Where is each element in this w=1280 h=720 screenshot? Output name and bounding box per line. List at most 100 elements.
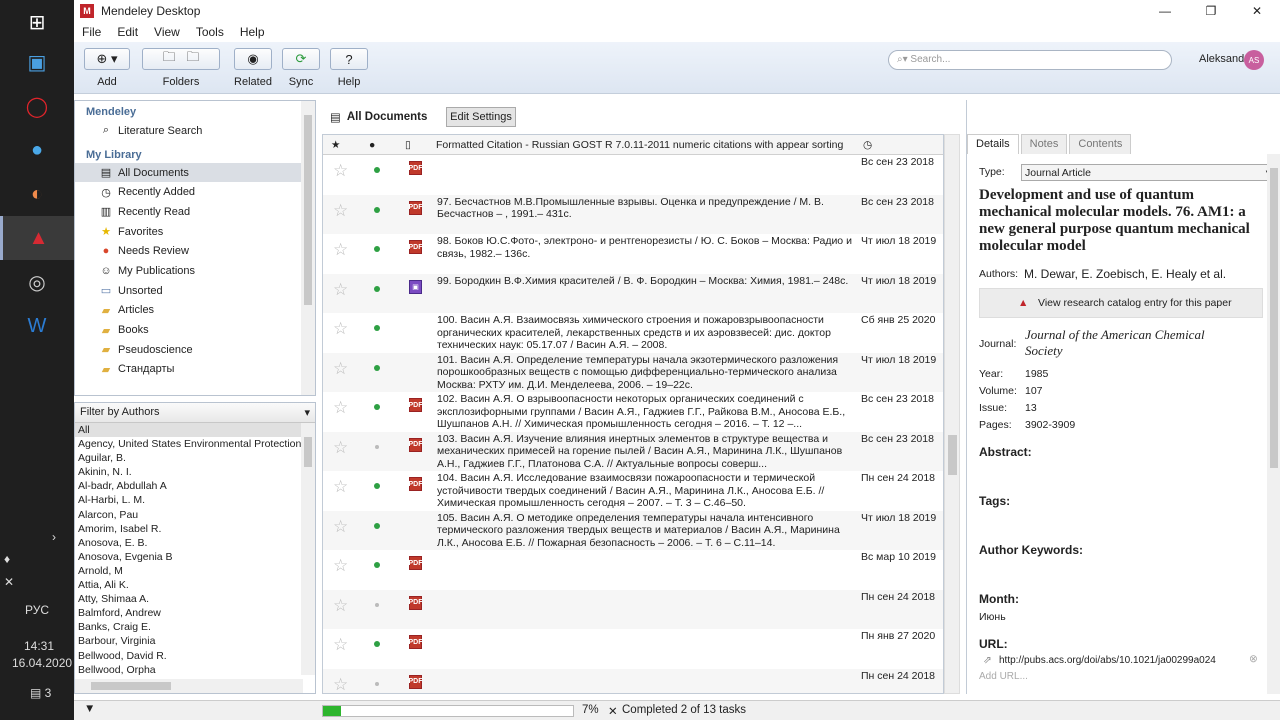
table-row[interactable]: ☆ PDF Пн янв 27 2020 xyxy=(323,629,943,669)
month-value[interactable]: Июнь xyxy=(979,611,1006,623)
author-item[interactable]: Anosova, E. B. xyxy=(75,536,303,550)
clock-date[interactable]: 16.04.2020 xyxy=(12,656,72,670)
read-status-dot-icon[interactable] xyxy=(375,681,379,686)
floppy-app-icon[interactable]: ▣ xyxy=(0,40,74,84)
author-item[interactable]: Akinin, N. I. xyxy=(75,465,303,479)
sidebar-item-books[interactable]: ▰ Books xyxy=(75,320,315,340)
url-value[interactable]: http://pubs.acs.org/doi/abs/10.1021/ja00… xyxy=(999,655,1216,666)
read-column-dot-icon[interactable]: ● xyxy=(369,139,375,151)
favorite-star-icon[interactable]: ☆ xyxy=(333,398,348,418)
pdf-file-icon[interactable]: PDF xyxy=(409,635,423,649)
camera-app-icon[interactable]: ◎ xyxy=(0,260,74,304)
tab-contents[interactable]: Contents xyxy=(1069,134,1132,154)
table-row[interactable]: ☆ 100. Васин А.Я. Взаимосвязь химического… xyxy=(323,313,943,353)
table-row[interactable]: ☆ PDF 98. Боков Ю.С.Фото-, электроно- и ре… xyxy=(323,234,943,274)
favorite-star-icon[interactable]: ☆ xyxy=(333,319,348,339)
favorite-column-star-icon[interactable]: ★ xyxy=(331,139,340,151)
read-status-dot-icon[interactable] xyxy=(374,404,380,410)
scroll-thumb[interactable] xyxy=(91,682,171,690)
journal-value[interactable]: Journal of the American Chemical Society xyxy=(1025,327,1245,359)
author-item[interactable]: Alarcon, Pau xyxy=(75,508,303,522)
author-item[interactable]: Al-Harbi, L. M. xyxy=(75,493,303,507)
table-row[interactable]: ☆ PDF Вс сен 23 2018 xyxy=(323,155,943,195)
menu-edit[interactable]: Edit xyxy=(109,22,146,42)
read-status-dot-icon[interactable] xyxy=(374,562,380,568)
opera-browser-icon[interactable]: ◯ xyxy=(0,84,74,128)
external-link-icon[interactable]: ⇗ xyxy=(983,654,992,666)
pdf-file-icon[interactable]: PDF xyxy=(409,161,423,175)
author-item[interactable]: Aguilar, B. xyxy=(75,451,303,465)
remove-url-icon[interactable]: ⊗ xyxy=(1249,653,1258,665)
table-row[interactable]: ☆ PDF 104. Васин А.Я. Исследование взаимос… xyxy=(323,471,943,511)
avatar[interactable]: AS xyxy=(1244,50,1264,70)
type-select[interactable]: Journal Article▾ xyxy=(1021,164,1275,181)
sidebar-item-my-publications[interactable]: ☺ My Publications xyxy=(75,261,315,281)
orange-app-icon[interactable]: ◐ xyxy=(0,172,74,216)
table-scrollbar[interactable] xyxy=(944,134,960,694)
author-item[interactable]: Bellwood, Orpha xyxy=(75,663,303,677)
sidebar-item-needs-review[interactable]: ● Needs Review xyxy=(75,241,315,261)
author-item[interactable]: Barbour, Virginia xyxy=(75,634,303,648)
menu-help[interactable]: Help xyxy=(232,22,273,42)
table-row[interactable]: ☆ PDF 97. Бесчастнов М.В.Промышленные взры… xyxy=(323,194,943,234)
table-row[interactable]: ☆ PDF Пн сен 24 2018 xyxy=(323,589,943,629)
pdf-file-icon[interactable]: PDF xyxy=(409,398,423,412)
citation-column-header[interactable]: Formatted Citation - Russian GOST R 7.0.… xyxy=(436,139,843,151)
folders-button[interactable]: 🗀 🗀 Folders xyxy=(142,48,220,88)
table-row[interactable]: ☆ 105. Васин А.Я. О методике определения … xyxy=(323,510,943,550)
favorite-star-icon[interactable]: ☆ xyxy=(333,240,348,260)
literature-search-item[interactable]: ⌕ Literature Search xyxy=(75,121,315,141)
read-status-dot-icon[interactable] xyxy=(374,483,380,489)
sidebar-item-unsorted[interactable]: ▭ Unsorted xyxy=(75,281,315,301)
cancel-tasks-icon[interactable]: ✕ xyxy=(608,704,618,718)
favorite-star-icon[interactable]: ☆ xyxy=(333,280,348,300)
read-status-dot-icon[interactable] xyxy=(374,167,380,173)
scroll-thumb[interactable] xyxy=(1270,168,1278,468)
edit-settings-button[interactable]: Edit Settings xyxy=(446,107,516,127)
clock-time[interactable]: 14:31 xyxy=(24,639,54,653)
sidebar-item-favorites[interactable]: ★ Favorites xyxy=(75,222,315,242)
file-column-icon[interactable]: ▯ xyxy=(405,139,411,151)
sidebar-item-articles[interactable]: ▰ Articles xyxy=(75,301,315,321)
favorite-star-icon[interactable]: ☆ xyxy=(333,517,348,537)
pages-value[interactable]: 3902-3909 xyxy=(1025,419,1075,431)
scroll-thumb[interactable] xyxy=(304,437,312,467)
related-button[interactable]: ◉ Related xyxy=(234,48,272,88)
library-scrollbar[interactable] xyxy=(301,101,315,395)
read-status-dot-icon[interactable] xyxy=(374,206,380,213)
paper-title[interactable]: Development and use of quantum mechanica… xyxy=(979,187,1269,255)
author-item[interactable]: Amorim, Isabel R. xyxy=(75,522,303,536)
author-item[interactable]: Attia, Ali K. xyxy=(75,578,303,592)
filter-icon[interactable]: ▼ xyxy=(84,703,95,715)
table-row[interactable]: ☆ ▣ 99. Бородкин В.Ф.Химия красителей / В.… xyxy=(323,273,943,313)
search-input[interactable]: ⌕▾ Search... xyxy=(888,50,1172,70)
sync-button[interactable]: ⟳ Sync xyxy=(282,48,320,88)
menu-file[interactable]: File xyxy=(74,22,109,42)
favorite-star-icon[interactable]: ☆ xyxy=(333,438,348,458)
notification-icon[interactable]: ▤ 3 xyxy=(30,686,51,700)
filter-dropdown[interactable]: Filter by Authors ▾ xyxy=(75,403,315,423)
table-row[interactable]: ☆ PDF Вс мар 10 2019 xyxy=(323,550,943,590)
author-item[interactable]: All xyxy=(75,423,303,438)
help-button[interactable]: ? Help xyxy=(330,48,368,88)
author-item[interactable]: Atty, Shimaa A. xyxy=(75,592,303,606)
sidebar-item-standards[interactable]: ▰ Стандарты xyxy=(75,360,315,380)
windows-start-icon[interactable]: ⊞ xyxy=(0,0,74,44)
author-item[interactable]: Balmford, Andrew xyxy=(75,606,303,620)
scroll-thumb[interactable] xyxy=(948,435,957,475)
pdf-file-icon[interactable]: PDF xyxy=(409,240,423,254)
read-status-dot-icon[interactable] xyxy=(375,444,379,449)
menu-tools[interactable]: Tools xyxy=(188,22,232,42)
filter-hscrollbar[interactable] xyxy=(75,679,303,693)
table-row[interactable]: ☆ PDF 102. Васин А.Я. О взрывоопасности не… xyxy=(323,392,943,432)
volume-value[interactable]: 107 xyxy=(1025,385,1043,397)
favorite-star-icon[interactable]: ☆ xyxy=(333,635,348,655)
authors-value[interactable]: M. Dewar, E. Zoebisch, E. Healy et al. xyxy=(1024,267,1226,281)
file-icon[interactable]: ▣ xyxy=(409,279,422,294)
add-url-field[interactable]: Add URL... xyxy=(979,671,1028,682)
pdf-file-icon[interactable]: PDF xyxy=(409,200,423,215)
favorite-star-icon[interactable]: ☆ xyxy=(333,675,348,694)
read-status-dot-icon[interactable] xyxy=(374,522,380,529)
mic-icon[interactable]: ♦ xyxy=(4,552,10,566)
word-icon[interactable]: W xyxy=(0,304,74,348)
